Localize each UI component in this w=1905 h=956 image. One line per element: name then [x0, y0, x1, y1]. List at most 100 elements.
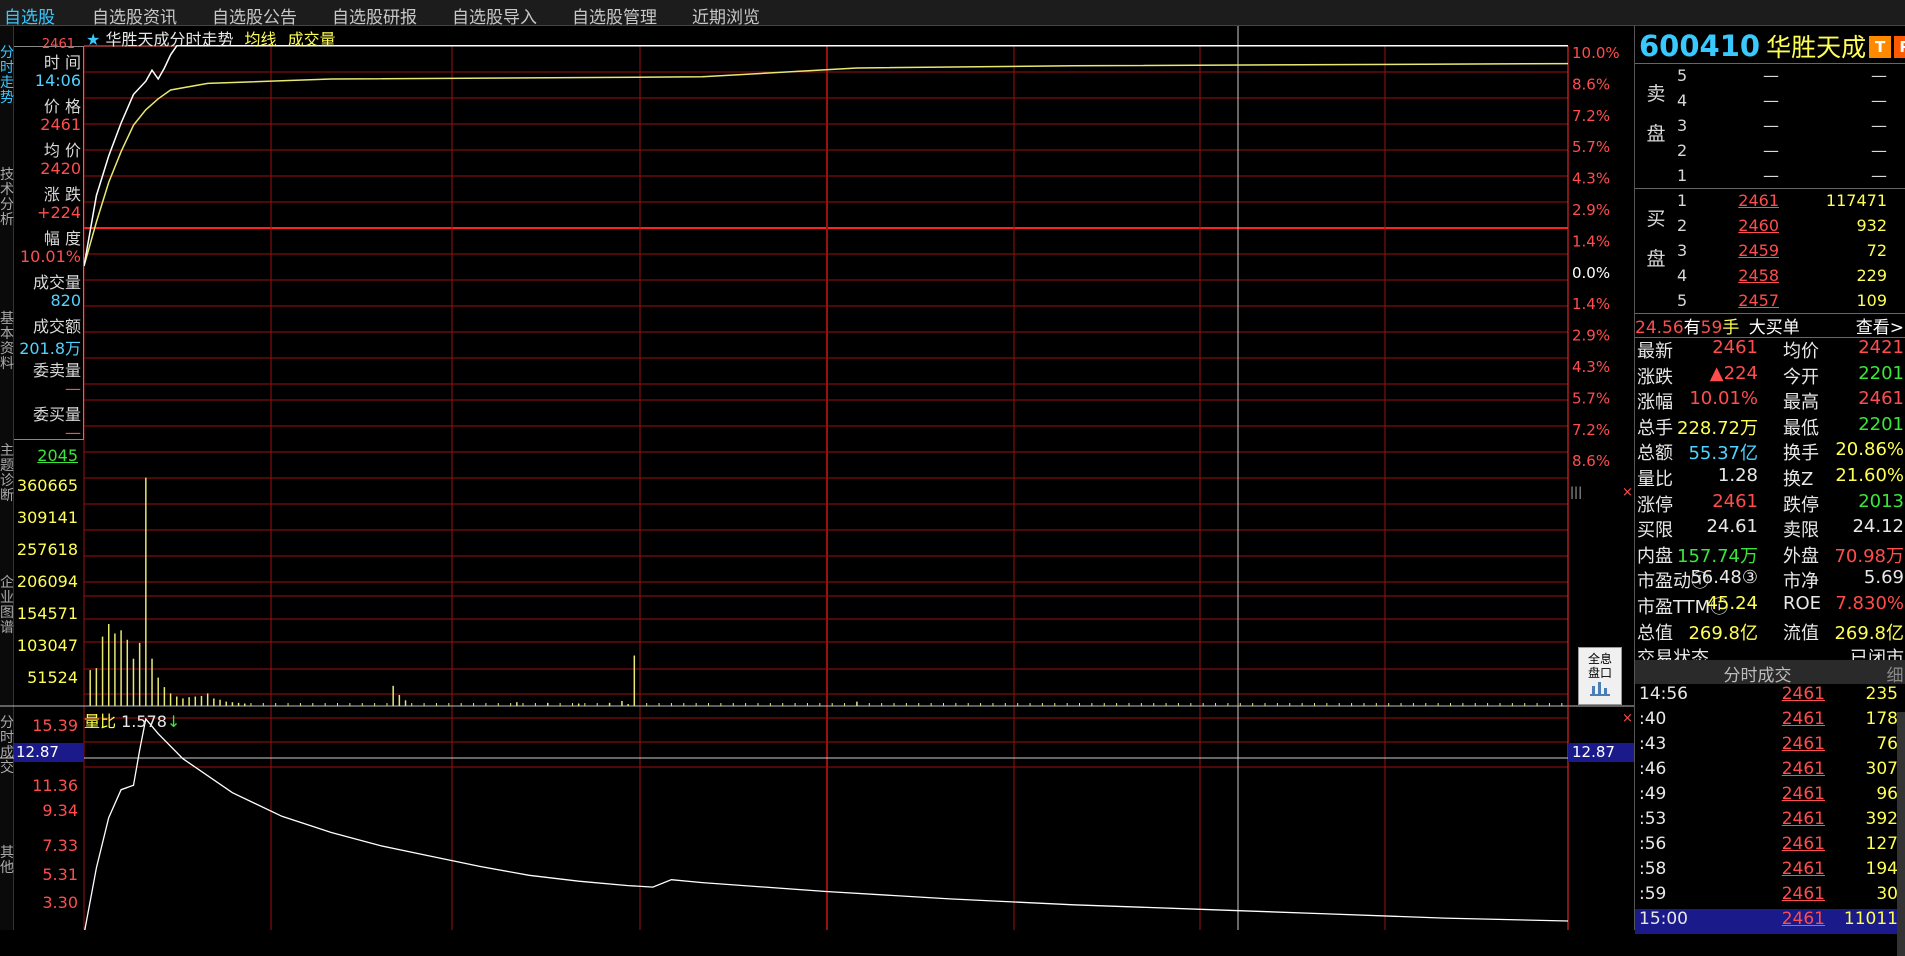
order-price: 2459: [1738, 241, 1779, 260]
pct-axis-tick: 7.2%: [1572, 107, 1610, 125]
time-value: 14:06: [34, 71, 81, 90]
full-depth-button[interactable]: 全息 盘口: [1578, 647, 1622, 705]
stat-label: 量比: [1637, 469, 1673, 490]
chart-header: ★ 华胜天成分时走势 均线 成交量: [86, 26, 336, 49]
stat-label: 跌停: [1783, 494, 1819, 516]
star-icon[interactable]: ★: [86, 30, 100, 49]
order-book-row[interactable]: 1 2461 117471: [1673, 191, 1905, 216]
tick-row[interactable]: :56 2461 127: [1635, 834, 1905, 859]
order-book-row[interactable]: 4 2458 229: [1673, 266, 1905, 291]
ratio-label: 量比: [84, 712, 117, 731]
tick-row[interactable]: :58 2461 194: [1635, 859, 1905, 884]
stat-label: 市净: [1783, 571, 1819, 593]
tick-price: 2461: [1781, 784, 1825, 804]
ticks-tab[interactable]: 分时成交: [1635, 661, 1880, 686]
big-order-text: 有: [1683, 318, 1701, 338]
stat-value: 228.72万: [1677, 417, 1758, 439]
order-qty: 109: [1856, 291, 1887, 310]
avg-line-legend[interactable]: 均线: [245, 30, 277, 49]
tick-row[interactable]: :59 2461 30: [1635, 884, 1905, 909]
tick-time: :43: [1639, 734, 1667, 754]
stat-label: 最高: [1783, 392, 1819, 414]
big-order-row[interactable]: 24.56有59手 大买单 查看>: [1635, 313, 1905, 338]
stat-value: 2461: [1858, 388, 1904, 410]
level: 2: [1677, 216, 1688, 235]
volume-legend[interactable]: 成交量: [288, 30, 336, 49]
nav-watchlist-announcements[interactable]: 自选股公告: [212, 3, 297, 28]
order-book-row[interactable]: 5 — —: [1673, 66, 1905, 91]
order-price: 2461: [1738, 191, 1779, 210]
level: 3: [1677, 116, 1688, 135]
vol-axis-tick: 103047: [16, 636, 78, 655]
ratio-current-left: 12.87: [14, 743, 84, 762]
tick-volume: 76: [1876, 734, 1898, 754]
nav-watchlist-import[interactable]: 自选股导入: [452, 3, 537, 28]
tick-volume: 127: [1865, 834, 1898, 854]
time-label: 时 间: [43, 53, 81, 72]
stat-label: 总手: [1637, 417, 1673, 439]
order-book-row[interactable]: 3 2459 72: [1673, 241, 1905, 266]
nav-watchlist-research[interactable]: 自选股研报: [332, 3, 417, 28]
tick-time: :56: [1639, 834, 1667, 854]
view-big-order-link[interactable]: 查看>: [1856, 313, 1904, 338]
nav-recent[interactable]: 近期浏览: [692, 3, 760, 28]
r-badge-icon[interactable]: R: [1894, 36, 1905, 58]
tick-row[interactable]: :49 2461 96: [1635, 784, 1905, 809]
full-depth-label: 全息 盘口: [1587, 652, 1612, 680]
ask-side-label: 卖 盘: [1646, 83, 1666, 145]
big-order-unit: 手: [1722, 318, 1740, 338]
price-value: 2461: [40, 115, 81, 134]
level: 1: [1677, 166, 1688, 185]
tick-row[interactable]: :43 2461 76: [1635, 734, 1905, 759]
order-book-row[interactable]: 3 — —: [1673, 116, 1905, 141]
stock-title: 600410华胜天成TR: [1639, 28, 1905, 63]
order-book-row[interactable]: 2 2460 932: [1673, 216, 1905, 241]
order-qty: 932: [1856, 216, 1887, 235]
stat-label: 总额: [1637, 443, 1673, 465]
stat-row: 买限 24.61 卖限 24.12: [1635, 516, 1905, 541]
stat-row: 内盘 157.74万 外盘 70.98万: [1635, 542, 1905, 567]
ticks-scrollbar[interactable]: [1897, 712, 1905, 956]
ratio-axis-tick: 15.39: [32, 716, 78, 735]
vol-axis-tick: 206094: [16, 572, 78, 591]
ticks-detail-tab[interactable]: 细: [1884, 661, 1905, 686]
t-badge-icon[interactable]: T: [1869, 36, 1892, 58]
tick-row[interactable]: :40 2461 178: [1635, 709, 1905, 734]
pct-change-label: 幅 度: [43, 229, 81, 248]
stat-value: 21.60%: [1835, 465, 1904, 486]
tick-price: 2461: [1781, 884, 1825, 904]
tick-row[interactable]: 14:56 2461 235: [1635, 684, 1905, 709]
order-book-row[interactable]: 2 — —: [1673, 141, 1905, 166]
intraday-chart[interactable]: 10.0% 8.6% 7.2% 5.7% 4.3% 2.9% 1.4% 0.0% 1.4% 2.9…: [0, 26, 1634, 930]
pct-axis-tick: 4.3%: [1572, 170, 1610, 188]
stat-value: 7.830%: [1835, 593, 1904, 614]
ratio-axis-tick: 5.31: [42, 865, 78, 884]
tick-time: :40: [1639, 709, 1667, 729]
stat-value: 269.8亿: [1688, 622, 1758, 644]
ratio-axis-tick: 7.33: [42, 836, 78, 855]
stat-value: 24.12: [1852, 516, 1904, 538]
order-book-row[interactable]: 4 — —: [1673, 91, 1905, 116]
tick-row[interactable]: 15:00 2461 11011: [1635, 909, 1905, 934]
stat-row: 总值 269.8亿 流值 269.8亿: [1635, 619, 1905, 644]
nav-watchlist[interactable]: 自选股: [4, 3, 55, 28]
stat-value: 2201: [1858, 362, 1904, 384]
nav-watchlist-news[interactable]: 自选股资讯: [92, 3, 177, 28]
stat-row: 涨幅 10.01% 最高 2461: [1635, 388, 1905, 413]
order-price: 2457: [1738, 291, 1779, 310]
tick-volume: 178: [1865, 709, 1898, 729]
stat-value: 2461: [1712, 490, 1758, 512]
bid-volume-value: —: [65, 423, 81, 442]
stat-label: 涨停: [1637, 494, 1673, 516]
vol-axis-tick: 309141: [16, 508, 78, 527]
ask-book: 卖 盘 5 — — 4 — — 3 — — 2 — — 1 — —: [1635, 64, 1905, 188]
tick-volume: 30: [1876, 884, 1898, 904]
nav-watchlist-manage[interactable]: 自选股管理: [572, 3, 657, 28]
tick-row[interactable]: :46 2461 307: [1635, 759, 1905, 784]
order-price: —: [1763, 66, 1779, 85]
tick-volume: 392: [1865, 809, 1898, 829]
ask-volume-value: —: [65, 379, 81, 398]
tick-row[interactable]: :53 2461 392: [1635, 809, 1905, 834]
order-price: —: [1763, 141, 1779, 160]
stat-value: 70.98万: [1834, 545, 1904, 567]
